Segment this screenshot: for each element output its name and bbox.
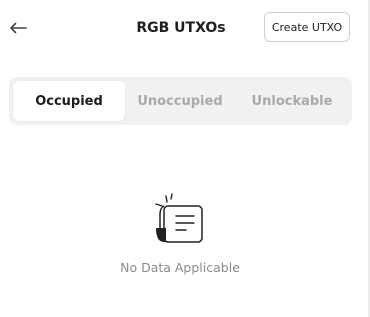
empty-document-icon <box>155 193 203 243</box>
tab-unoccupied[interactable]: Unoccupied <box>124 81 236 121</box>
tab-occupied[interactable]: Occupied <box>13 81 125 121</box>
tab-unlockable[interactable]: Unlockable <box>236 81 348 121</box>
utxo-tabs: Occupied Unoccupied Unlockable <box>9 77 352 125</box>
empty-state-message: No Data Applicable <box>120 260 240 275</box>
rgb-utxos-page: RGB UTXOs Create UTXO Occupied Unoccupie… <box>0 0 370 317</box>
arrow-left-icon <box>10 22 27 34</box>
page-title: RGB UTXOs <box>136 20 226 36</box>
create-utxo-button[interactable]: Create UTXO <box>264 12 350 42</box>
back-button[interactable] <box>8 18 28 38</box>
